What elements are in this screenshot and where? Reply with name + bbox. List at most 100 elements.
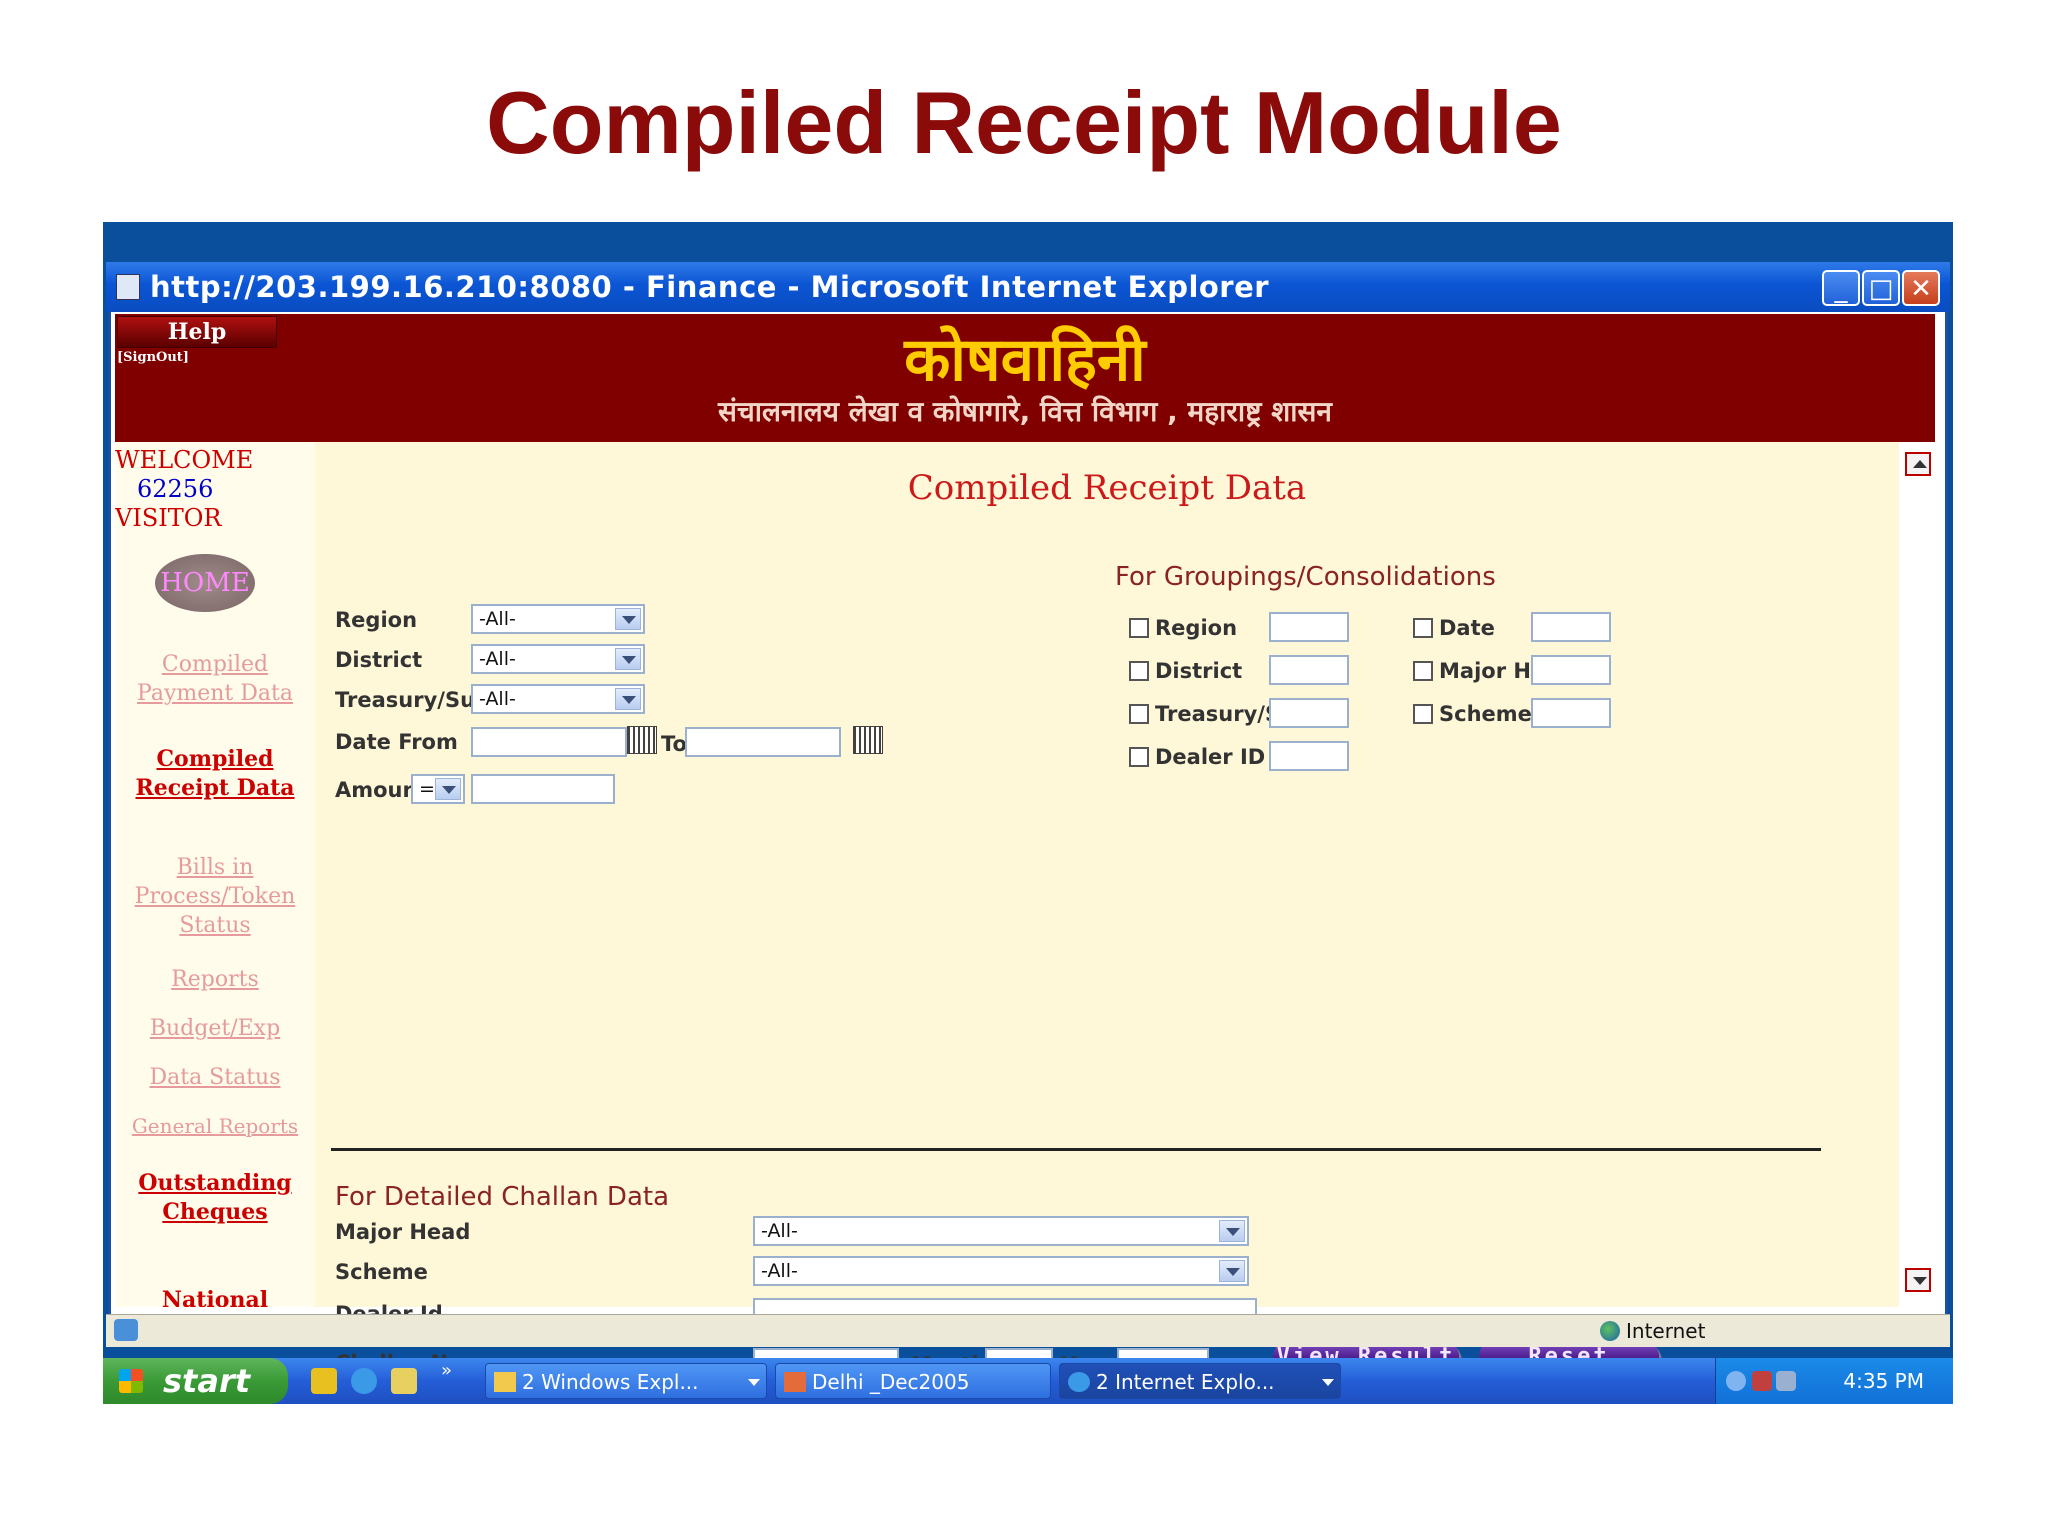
triangle-up-icon bbox=[1913, 460, 1927, 468]
chevron-down-icon bbox=[435, 778, 461, 800]
scheme-select[interactable]: -All- bbox=[753, 1256, 1249, 1286]
group-district-input[interactable] bbox=[1269, 655, 1349, 685]
start-label: start bbox=[163, 1362, 251, 1400]
system-tray: 4:35 PM bbox=[1715, 1358, 1953, 1404]
calendar-icon[interactable] bbox=[853, 726, 883, 754]
vertical-scrollbar[interactable] bbox=[1899, 442, 1939, 1307]
sidebar-item-data-status[interactable]: Data Status bbox=[115, 1063, 315, 1092]
ie-icon bbox=[1068, 1372, 1090, 1392]
chevron-down-icon bbox=[748, 1379, 760, 1386]
group-dealer-input[interactable] bbox=[1269, 741, 1349, 771]
screenshot-frame: http://203.199.16.210:8080 - Finance - M… bbox=[103, 222, 1953, 1404]
page-status-icon bbox=[114, 1319, 138, 1341]
district-select-value: -All- bbox=[479, 648, 516, 670]
network-icon[interactable] bbox=[1752, 1371, 1772, 1391]
groupings-heading: For Groupings/Consolidations bbox=[1115, 562, 1496, 592]
sidebar-item-budget-exp[interactable]: Budget/Exp bbox=[115, 1014, 315, 1043]
close-button[interactable]: ✕ bbox=[1902, 270, 1940, 306]
sidebar-item-label: Receipt Data bbox=[135, 775, 295, 801]
sidebar-item-label: Compiled bbox=[156, 746, 274, 772]
group-date-label: Date bbox=[1439, 616, 1495, 640]
sidebar-item-outstanding-cheques[interactable]: Outstanding Cheques bbox=[115, 1169, 315, 1227]
globe-icon bbox=[1600, 1321, 1620, 1341]
taskbar-item-delhi[interactable]: Delhi _Dec2005 bbox=[775, 1363, 1051, 1399]
ie-icon[interactable] bbox=[351, 1368, 377, 1394]
sidebar-item-label: Reports bbox=[171, 967, 259, 992]
window-titlebar[interactable]: http://203.199.16.210:8080 - Finance - M… bbox=[106, 262, 1950, 312]
slide-title: Compiled Receipt Module bbox=[486, 73, 1562, 172]
page-title: Compiled Receipt Data bbox=[907, 468, 1307, 508]
sidebar-item-national[interactable]: National bbox=[115, 1286, 315, 1307]
taskbar-item-label: 2 Internet Explo... bbox=[1096, 1370, 1275, 1394]
group-scheme-checkbox[interactable] bbox=[1413, 704, 1433, 724]
taskbar-item-label: Delhi _Dec2005 bbox=[812, 1370, 970, 1394]
date-from-input[interactable] bbox=[471, 727, 627, 757]
major-head-select-value: -All- bbox=[761, 1220, 798, 1242]
sidebar-item-label: Process/Token bbox=[134, 884, 296, 909]
group-region-input[interactable] bbox=[1269, 612, 1349, 642]
treasury-select-value: -All- bbox=[479, 688, 516, 710]
amount-operator-select[interactable]: = bbox=[411, 774, 465, 804]
date-to-input[interactable] bbox=[685, 727, 841, 757]
calendar-icon[interactable] bbox=[627, 726, 657, 754]
sidebar: WELCOME 62256 VISITOR HOME Compiled Paym… bbox=[115, 442, 315, 1307]
browser-viewport: Help [SignOut] कोषवाहिनी संचालनालय लेखा … bbox=[108, 312, 1948, 1378]
windows-logo-icon bbox=[119, 1369, 143, 1393]
taskbar-item-internet-explorer[interactable]: 2 Internet Explo... bbox=[1059, 1363, 1341, 1399]
region-select-value: -All- bbox=[479, 608, 516, 630]
site-subtitle: संचालनालय लेखा व कोषागारे, वित्त विभाग ,… bbox=[718, 395, 1332, 428]
sidebar-item-label: Payment Data bbox=[137, 681, 293, 706]
sidebar-item-compiled-receipt-data[interactable]: Compiled Receipt Data bbox=[115, 745, 315, 803]
major-head-label: Major Head bbox=[335, 1220, 471, 1244]
group-major-head-checkbox[interactable] bbox=[1413, 661, 1433, 681]
quicklaunch-app-icon[interactable] bbox=[391, 1368, 417, 1394]
quicklaunch-overflow[interactable]: » bbox=[441, 1360, 452, 1381]
scroll-up-button[interactable] bbox=[1905, 452, 1931, 476]
district-select[interactable]: -All- bbox=[471, 644, 645, 674]
group-date-input[interactable] bbox=[1531, 612, 1611, 642]
sidebar-item-label: Outstanding bbox=[138, 1170, 292, 1196]
monitor-icon[interactable] bbox=[1776, 1371, 1796, 1391]
group-district-label: District bbox=[1155, 659, 1243, 683]
status-bar: Internet bbox=[106, 1314, 1950, 1347]
quicklaunch-b-icon[interactable] bbox=[311, 1368, 337, 1394]
group-dealer-label: Dealer ID bbox=[1155, 745, 1266, 769]
ie-page-icon bbox=[116, 274, 140, 300]
taskbar-item-windows-explorer[interactable]: 2 Windows Expl... bbox=[485, 1363, 767, 1399]
triangle-down-icon bbox=[1913, 1277, 1927, 1285]
amount-input[interactable] bbox=[471, 774, 615, 804]
sidebar-item-label: General Reports bbox=[131, 1114, 299, 1138]
tray-expand-icon[interactable] bbox=[1726, 1371, 1746, 1391]
group-treasury-checkbox[interactable] bbox=[1129, 704, 1149, 724]
group-treasury-input[interactable] bbox=[1269, 698, 1349, 728]
date-from-label: Date From bbox=[335, 730, 458, 754]
sidebar-item-general-reports[interactable]: General Reports bbox=[115, 1112, 315, 1141]
welcome-text: WELCOME bbox=[115, 446, 254, 474]
group-date-checkbox[interactable] bbox=[1413, 618, 1433, 638]
visitor-count: 62256 bbox=[137, 475, 214, 503]
group-region-checkbox[interactable] bbox=[1129, 618, 1149, 638]
group-scheme-label: Scheme bbox=[1439, 702, 1532, 726]
sidebar-item-reports[interactable]: Reports bbox=[115, 965, 315, 994]
sidebar-item-label: National bbox=[161, 1287, 269, 1307]
group-district-checkbox[interactable] bbox=[1129, 661, 1149, 681]
group-dealer-checkbox[interactable] bbox=[1129, 747, 1149, 767]
maximize-button[interactable]: □ bbox=[1862, 270, 1900, 306]
group-scheme-input[interactable] bbox=[1531, 698, 1611, 728]
region-label: Region bbox=[335, 608, 418, 632]
scroll-down-button[interactable] bbox=[1905, 1268, 1931, 1292]
sidebar-item-bills-in-process[interactable]: Bills in Process/Token Status bbox=[115, 853, 315, 940]
region-select[interactable]: -All- bbox=[471, 604, 645, 634]
home-button[interactable]: HOME bbox=[155, 554, 255, 612]
start-button[interactable]: start bbox=[103, 1358, 288, 1404]
minimize-button[interactable]: _ bbox=[1822, 270, 1860, 306]
major-head-select[interactable]: -All- bbox=[753, 1216, 1249, 1246]
group-major-head-input[interactable] bbox=[1531, 655, 1611, 685]
site-brand: कोषवाहिनी bbox=[904, 325, 1146, 395]
sidebar-item-label: Status bbox=[179, 913, 251, 938]
folder-icon bbox=[494, 1372, 516, 1392]
clock: 4:35 PM bbox=[1843, 1369, 1924, 1393]
treasury-select[interactable]: -All- bbox=[471, 684, 645, 714]
sidebar-item-compiled-payment-data[interactable]: Compiled Payment Data bbox=[115, 650, 315, 708]
chevron-down-icon bbox=[1219, 1260, 1245, 1282]
